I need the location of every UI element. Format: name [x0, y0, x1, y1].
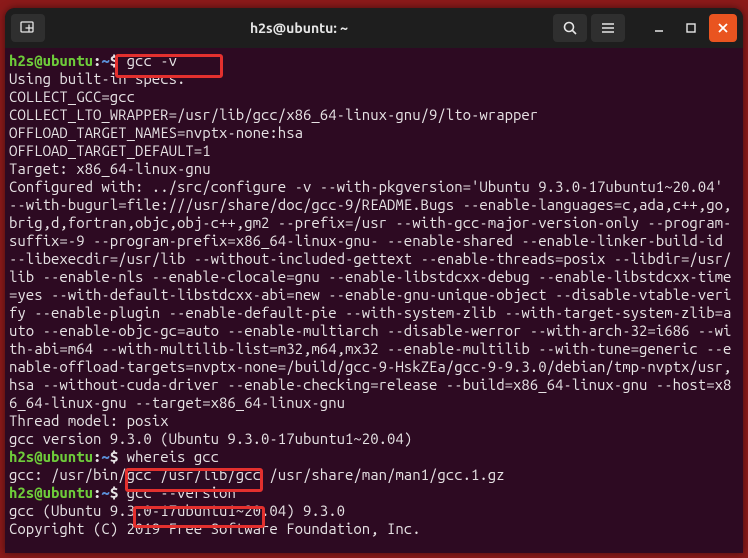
output-line: Configured with: ../src/configure -v --w… — [9, 178, 737, 412]
prompt-line: h2s@ubuntu:~$ gcc --version — [9, 484, 737, 502]
search-button[interactable] — [553, 14, 587, 42]
output-line: gcc (Ubuntu 9.3.0-17ubuntu1~20.04) 9.3.0 — [9, 502, 737, 520]
output-line: OFFLOAD_TARGET_NAMES=nvptx-none:hsa — [9, 124, 737, 142]
prompt-path: ~ — [101, 484, 109, 501]
output-line: Using built-in specs. — [9, 70, 737, 88]
window-title: h2s@ubuntu: ~ — [49, 20, 549, 36]
output-line: gcc version 9.3.0 (Ubuntu 9.3.0-17ubuntu… — [9, 430, 737, 448]
command-text: gcc --version — [127, 484, 236, 501]
prompt-path: ~ — [101, 448, 109, 465]
output-line: COLLECT_GCC=gcc — [9, 88, 737, 106]
prompt-user: h2s@ubuntu — [9, 448, 93, 465]
prompt-user: h2s@ubuntu — [9, 52, 93, 69]
prompt-path: ~ — [101, 52, 109, 69]
prompt-line: h2s@ubuntu:~$ gcc -v — [9, 52, 737, 70]
terminal-area[interactable]: h2s@ubuntu:~$ gcc -vUsing built-in specs… — [5, 48, 743, 544]
prompt-sigil: $ — [110, 52, 127, 69]
maximize-button[interactable] — [677, 14, 705, 42]
prompt-sigil: $ — [110, 448, 127, 465]
minimize-button[interactable] — [645, 14, 673, 42]
minimize-icon — [652, 21, 666, 35]
output-line: Thread model: posix — [9, 412, 737, 430]
titlebar: h2s@ubuntu: ~ — [5, 8, 743, 48]
command-text: gcc -v — [127, 52, 177, 69]
prompt-user: h2s@ubuntu — [9, 484, 93, 501]
terminal-window: h2s@ubuntu: ~ h2s@ubuntu — [5, 8, 743, 553]
new-tab-icon — [20, 21, 36, 35]
output-line: Copyright (C) 2019 Free Software Foundat… — [9, 520, 737, 538]
close-button[interactable] — [709, 14, 737, 42]
search-icon — [562, 20, 578, 36]
menu-icon — [600, 21, 616, 35]
prompt-line: h2s@ubuntu:~$ whereis gcc — [9, 448, 737, 466]
command-text: whereis gcc — [127, 448, 219, 465]
menu-button[interactable] — [591, 14, 625, 42]
prompt-sigil: $ — [110, 484, 127, 501]
output-line: COLLECT_LTO_WRAPPER=/usr/lib/gcc/x86_64-… — [9, 106, 737, 124]
maximize-icon — [684, 21, 698, 35]
output-line: Target: x86_64-linux-gnu — [9, 160, 737, 178]
output-line: OFFLOAD_TARGET_DEFAULT=1 — [9, 142, 737, 160]
close-icon — [717, 22, 729, 34]
new-tab-button[interactable] — [11, 14, 45, 42]
output-line: gcc: /usr/bin/gcc /usr/lib/gcc /usr/shar… — [9, 466, 737, 484]
